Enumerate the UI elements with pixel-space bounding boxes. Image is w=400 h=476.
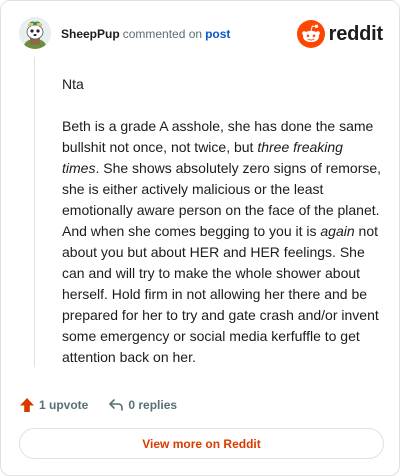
upvote-arrow-icon xyxy=(20,398,34,412)
upvote-button[interactable]: 1 upvote xyxy=(19,397,88,413)
comment-meta: SheepPup commented on post xyxy=(61,27,230,41)
comment-paragraph-2: Beth is a grade A asshole, she has done … xyxy=(62,116,384,368)
comment-embed-card: SheepPup commented on post reddit Nta Beth… xyxy=(0,0,400,476)
post-link[interactable]: post xyxy=(205,27,230,41)
user-avatar-icon[interactable] xyxy=(19,17,51,49)
comment-header: SheepPup commented on post reddit xyxy=(19,17,383,51)
thread-rail xyxy=(34,57,35,367)
comment-body: Nta Beth is a grade A asshole, she has d… xyxy=(62,74,384,389)
commented-on-text: commented on xyxy=(122,27,203,41)
comment-italic-segment: again xyxy=(320,223,355,239)
view-more-button[interactable]: View more on Reddit xyxy=(19,428,384,459)
reddit-wordmark: reddit xyxy=(328,22,384,45)
upvote-count: 1 upvote xyxy=(39,398,89,412)
comment-paragraph-1: Nta xyxy=(62,76,84,92)
username-link[interactable]: SheepPup xyxy=(61,27,120,41)
comment-text-segment: not about you but about HER and HER feel… xyxy=(62,223,379,365)
reddit-logo-icon xyxy=(296,20,325,48)
comment-actions: 1 upvote 0 replies xyxy=(19,393,197,417)
replies-button[interactable]: 0 replies xyxy=(108,397,177,413)
replies-count: 0 replies xyxy=(128,398,178,412)
reddit-brand[interactable]: reddit xyxy=(296,19,384,49)
reply-arrow-icon xyxy=(109,399,124,411)
